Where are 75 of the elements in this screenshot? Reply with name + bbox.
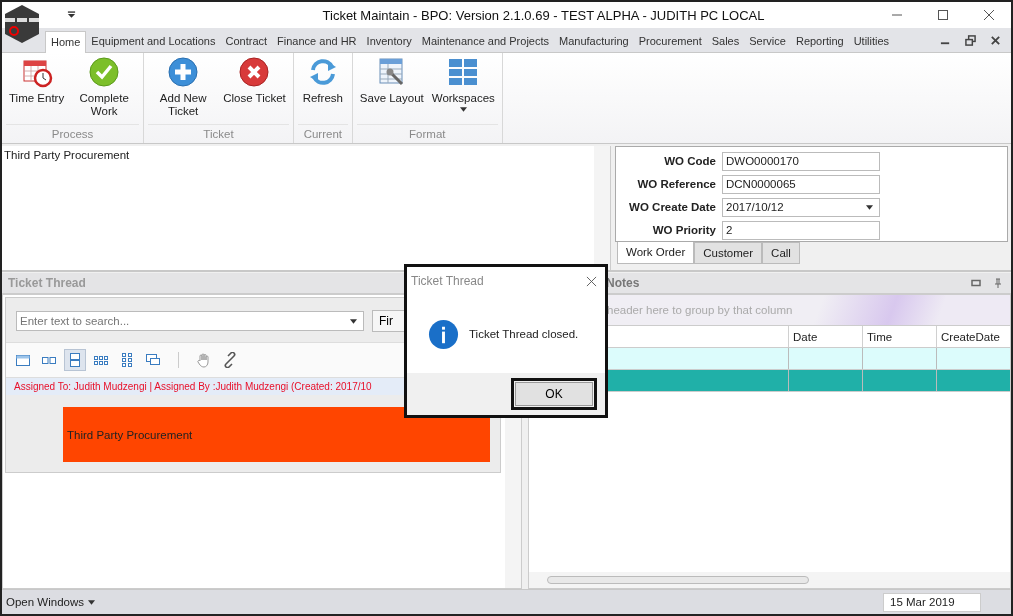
menu-tab[interactable]: Home <box>45 31 87 53</box>
date-dropdown[interactable]: 2017/10/12 <box>722 197 880 217</box>
column-header[interactable]: Date <box>788 326 862 347</box>
scrollbar[interactable] <box>594 146 610 270</box>
quick-access-dropdown-icon[interactable] <box>67 11 76 19</box>
group-hint: header here to group by that column <box>607 304 793 316</box>
field-label: WO Create Date <box>628 201 717 213</box>
ribbon-button[interactable]: Close Ticket <box>220 53 289 124</box>
maximize-icon[interactable] <box>937 9 949 21</box>
group-label: Ticket <box>203 128 234 140</box>
message-text: Third Party Procurement <box>67 428 193 441</box>
menu-tab[interactable]: Procurement <box>633 31 707 52</box>
dialog-title: Ticket Thread <box>411 274 484 288</box>
plus-icon <box>167 56 200 88</box>
panel-title: Ticket Thread <box>8 276 86 290</box>
pin-icon[interactable] <box>993 278 1003 288</box>
find-button[interactable]: Fir <box>372 310 406 332</box>
ribbon-button[interactable]: Workspaces <box>428 53 498 124</box>
menu-tab[interactable]: Contract <box>220 31 273 52</box>
text-editor[interactable]: Third Party Procurement <box>2 146 611 270</box>
window-icon[interactable] <box>971 278 981 288</box>
caret-icon <box>459 107 467 112</box>
toolbar-button[interactable] <box>64 349 86 371</box>
column-header[interactable]: Time <box>862 326 936 347</box>
menu-tab[interactable]: Manufacturing <box>554 31 634 52</box>
open-windows-menu[interactable]: Open Windows <box>6 596 95 608</box>
menu-tab[interactable]: Maintenance and Projects <box>416 31 554 52</box>
field-label: WO Reference <box>636 178 717 190</box>
info-icon <box>428 318 459 350</box>
link-icon <box>222 352 238 368</box>
field-label: WO Priority <box>651 224 717 236</box>
menu-tab[interactable]: Sales <box>706 31 745 52</box>
menu-tab[interactable]: Finance and HR <box>272 31 362 52</box>
close-icon[interactable] <box>983 9 995 21</box>
tab[interactable]: Customer <box>694 242 763 264</box>
search-field[interactable]: Enter text to search... <box>16 311 364 331</box>
ribbon-button[interactable]: Add New Ticket <box>148 53 219 124</box>
editor-text: Third Party Procurement <box>3 148 131 163</box>
ribbon-button[interactable]: Time Entry <box>6 53 68 124</box>
input-field[interactable]: DWO0000170 <box>722 151 880 171</box>
ribbon-button[interactable]: Complete Work <box>69 53 140 124</box>
group-label: Format <box>409 128 446 140</box>
ribbon-button[interactable]: Save Layout <box>356 53 427 124</box>
window-title: Ticket Maintain - BPO: Version 2.1.0.69 - TEST ALPHA - JUDITH PC LOCAL <box>321 7 766 23</box>
monitor-icon <box>145 352 161 368</box>
column-header[interactable]: CreateDate <box>936 326 1010 347</box>
caret-icon <box>866 204 873 210</box>
window-icon <box>15 352 31 368</box>
input-field[interactable]: 2 <box>722 220 880 240</box>
caret-icon <box>88 599 95 605</box>
ribbon-button[interactable]: Refresh <box>297 53 348 124</box>
group-label: Current <box>303 128 342 140</box>
hand-icon <box>196 352 212 368</box>
grid-icon <box>447 56 480 88</box>
menu-tab[interactable]: Inventory <box>361 31 417 52</box>
tab[interactable]: Call <box>762 242 800 264</box>
field-label: WO Code <box>663 155 717 167</box>
close-icon[interactable] <box>586 275 597 287</box>
tiles-icon <box>119 352 135 368</box>
menu-tab[interactable]: Service <box>744 31 791 52</box>
restore-icon[interactable] <box>965 35 976 46</box>
date-field[interactable]: 15 Mar 2019 <box>883 592 981 612</box>
close-icon[interactable] <box>990 35 1001 46</box>
close-icon <box>238 56 271 88</box>
group-label: Process <box>51 128 94 140</box>
dialog-message: Ticket Thread closed. <box>469 328 579 340</box>
check-icon <box>88 56 121 88</box>
tab[interactable]: Work Order <box>617 242 695 264</box>
input-field[interactable]: DCN0000065 <box>722 174 880 194</box>
menu-tab[interactable]: Reporting <box>790 31 849 52</box>
rows-icon <box>67 352 83 368</box>
caret-icon <box>350 319 357 324</box>
scrollbar[interactable] <box>529 572 1010 588</box>
menu-tab[interactable]: Utilities <box>848 31 895 52</box>
menu-tab[interactable]: Equipment and Locations <box>86 31 221 52</box>
